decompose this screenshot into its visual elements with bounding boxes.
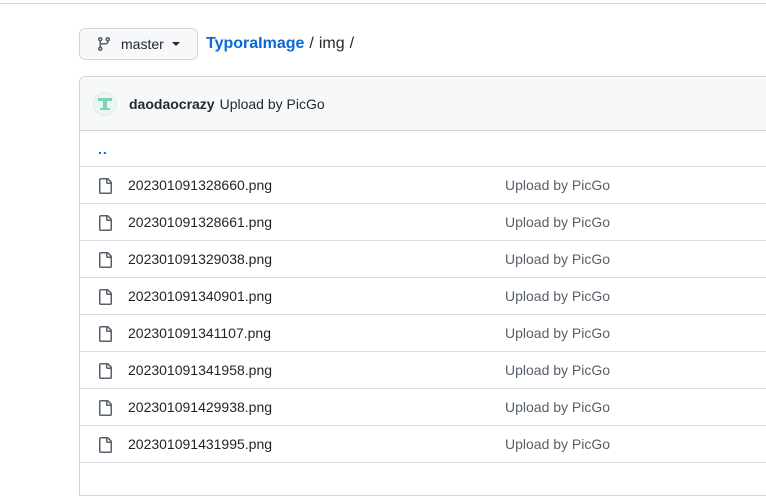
top-divider xyxy=(0,3,766,4)
breadcrumb: TyporaImage / img / xyxy=(206,34,359,54)
file-name-link[interactable]: 202301091341107.png xyxy=(128,325,271,341)
file-name-link[interactable]: 202301091341958.png xyxy=(128,362,272,378)
file-name-link[interactable]: 202301091429938.png xyxy=(128,399,272,415)
file-row[interactable]: 202301091341107.png Upload by PicGo xyxy=(80,315,766,352)
file-row[interactable]: 202301091431995.png Upload by PicGo xyxy=(80,426,766,463)
file-icon xyxy=(97,289,113,305)
git-branch-icon xyxy=(97,37,110,52)
breadcrumb-separator: / xyxy=(309,35,314,52)
file-icon xyxy=(97,437,113,453)
commit-author-link[interactable]: daodaocrazy xyxy=(129,96,215,112)
branch-label: master xyxy=(121,36,164,52)
file-row[interactable]: 202301091429938.png Upload by PicGo xyxy=(80,389,766,426)
file-browser: daodaocrazy Upload by PicGo .. 202301091… xyxy=(79,76,766,496)
file-commit-message-link[interactable]: Upload by PicGo xyxy=(505,362,610,378)
file-name-link[interactable]: 202301091328661.png xyxy=(128,214,272,230)
file-commit-message-link[interactable]: Upload by PicGo xyxy=(505,325,610,341)
file-name-link[interactable]: 202301091328660.png xyxy=(128,177,272,193)
avatar[interactable] xyxy=(93,91,117,116)
file-row[interactable]: 202301091329038.png Upload by PicGo xyxy=(80,241,766,278)
file-row[interactable]: 202301091341958.png Upload by PicGo xyxy=(80,352,766,389)
parent-directory-link[interactable]: .. xyxy=(98,141,108,157)
file-commit-message-link[interactable]: Upload by PicGo xyxy=(505,214,610,230)
file-commit-message-link[interactable]: Upload by PicGo xyxy=(505,399,610,415)
file-name-link[interactable]: 202301091329038.png xyxy=(128,251,272,267)
file-commit-message-link[interactable]: Upload by PicGo xyxy=(505,251,610,267)
file-name-link[interactable]: 202301091340901.png xyxy=(128,288,272,304)
file-list: 202301091328660.png Upload by PicGo 202301… xyxy=(80,167,766,463)
file-icon xyxy=(97,178,113,194)
latest-commit-bar: daodaocrazy Upload by PicGo xyxy=(80,77,766,131)
file-row[interactable]: 202301091340901.png Upload by PicGo xyxy=(80,278,766,315)
file-commit-message-link[interactable]: Upload by PicGo xyxy=(505,436,610,452)
file-icon xyxy=(97,252,113,268)
file-commit-message-link[interactable]: Upload by PicGo xyxy=(505,288,610,304)
file-row[interactable]: 202301091328660.png Upload by PicGo xyxy=(80,167,766,204)
file-name-link[interactable]: 202301091431995.png xyxy=(128,436,272,452)
commit-message-link[interactable]: Upload by PicGo xyxy=(220,96,325,112)
breadcrumb-repo-link[interactable]: TyporaImage xyxy=(206,35,304,53)
identicon-icon xyxy=(98,97,112,110)
file-icon xyxy=(97,400,113,416)
file-icon xyxy=(97,326,113,342)
file-commit-message-link[interactable]: Upload by PicGo xyxy=(505,177,610,193)
breadcrumb-trailing-separator: / xyxy=(349,35,355,52)
chevron-down-icon xyxy=(171,42,180,46)
file-icon xyxy=(97,215,113,231)
file-row[interactable]: 202301091328661.png Upload by PicGo xyxy=(80,204,766,241)
parent-directory-row[interactable]: .. xyxy=(80,131,766,167)
breadcrumb-current-folder: img xyxy=(318,35,345,52)
branch-select-button[interactable]: master xyxy=(79,28,198,60)
file-icon xyxy=(97,363,113,379)
